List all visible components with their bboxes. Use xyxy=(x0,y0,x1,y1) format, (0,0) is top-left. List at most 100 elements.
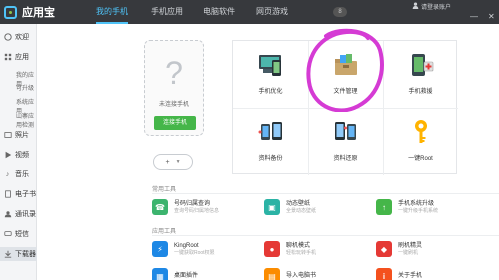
music-icon: ♪ xyxy=(5,170,10,178)
sidebar-item-music[interactable]: ♪ 音乐 xyxy=(0,167,37,181)
section-title-common-tools: 常用工具 xyxy=(152,187,177,193)
kingroot-icon: ⚡ xyxy=(152,241,168,257)
tool-item-desc: 全景动态壁纸 xyxy=(286,207,317,214)
app-logo: 应用宝 xyxy=(4,4,55,20)
sms-icon xyxy=(3,230,12,239)
tool-item-desc: 一键升级手机系统 xyxy=(398,207,439,214)
tool-label: 资料还原 xyxy=(333,156,358,162)
tab-phone-apps[interactable]: 手机应用 xyxy=(151,0,183,24)
book-icon xyxy=(3,190,12,199)
tool-label: 手机优化 xyxy=(258,89,283,95)
connect-phone-button[interactable]: 连接手机 xyxy=(154,116,196,130)
tool-label: 手机救援 xyxy=(408,89,433,95)
sidebar-item-label: 电子书 xyxy=(15,191,36,198)
tab-my-phone[interactable]: 我的手机 xyxy=(96,0,128,24)
tool-item-kingroot[interactable]: ⚡ KingRoot 一键获取Root权限 xyxy=(152,239,215,259)
tool-data-backup[interactable]: 资料备份 xyxy=(233,108,308,175)
app-title: 应用宝 xyxy=(22,7,55,19)
sidebar-item-label: 视频 xyxy=(15,152,29,159)
tool-item-chat-mode[interactable]: ● 聊机模式 轻松玩转手机 xyxy=(264,239,316,259)
sidebar-item-label: 通讯录 xyxy=(15,211,36,218)
tool-file-manager[interactable]: 文件管理 xyxy=(308,41,383,108)
tool-label: 资料备份 xyxy=(258,156,283,162)
key-icon xyxy=(407,118,435,146)
optimize-icon xyxy=(257,51,285,79)
user-icon xyxy=(412,2,419,11)
device-card: ? 未连接手机 连接手机 xyxy=(144,40,204,136)
tool-one-click-root[interactable]: 一键Root xyxy=(383,108,458,175)
tool-item-name: 刷机精灵 xyxy=(398,242,423,249)
tool-item-name: 号码归属查询 xyxy=(174,200,211,207)
tool-item-name: 聊机模式 xyxy=(286,242,311,249)
chat-mode-icon: ● xyxy=(264,241,280,257)
notification-badge[interactable]: 8 xyxy=(333,7,347,17)
sidebar-sub-upgradable[interactable]: 可升级 xyxy=(16,83,34,92)
tools-grid: 手机优化 文件管理 手机救援 资料备份 资料还原 一键Root xyxy=(232,40,458,175)
tool-item-desc: 查询号码归属地信息 xyxy=(174,207,220,214)
sidebar-item-label: 音乐 xyxy=(15,171,29,178)
sidebar-item-photos[interactable]: 照片 xyxy=(0,128,37,142)
widget-icon: ▦ xyxy=(152,268,168,280)
login-link[interactable]: 请登录账户 xyxy=(412,2,451,11)
apps-icon xyxy=(3,53,12,62)
tab-web-games[interactable]: 网页游戏 xyxy=(256,0,288,24)
tool-item-number-lookup[interactable]: ☎ 号码归属查询 查询号码归属地信息 xyxy=(152,197,219,217)
add-device-button[interactable]: + ▼ xyxy=(153,154,193,170)
tool-label: 文件管理 xyxy=(333,89,358,95)
tool-item-desktop-widget[interactable]: ▦ 桌面插件 xyxy=(152,266,198,280)
tool-item-about-phone[interactable]: i 关于手机 xyxy=(376,266,422,280)
sidebar-item-label: 短信 xyxy=(15,231,29,238)
tool-item-name: 桌面插件 xyxy=(174,273,199,279)
sidebar-item-downloader[interactable]: 下载器 xyxy=(0,247,37,261)
photo-icon xyxy=(3,131,12,140)
tool-data-restore[interactable]: 资料还原 xyxy=(308,108,383,175)
tool-label: 一键Root xyxy=(408,156,433,162)
sidebar-item-label: 照片 xyxy=(15,132,29,139)
sidebar-item-videos[interactable]: 视频 xyxy=(0,148,37,162)
tool-item-import-book[interactable]: ▤ 导入电脑书 xyxy=(264,266,316,280)
folder-icon xyxy=(332,51,360,79)
sidebar-item-sms[interactable]: 短信 xyxy=(0,227,37,241)
tool-item-desc: 一键获取Root权限 xyxy=(174,249,215,256)
backup-icon xyxy=(257,118,285,146)
upgrade-icon: ↑ xyxy=(376,199,392,215)
question-mark-icon: ? xyxy=(165,55,183,91)
tool-phone-optimize[interactable]: 手机优化 xyxy=(233,41,308,108)
sidebar: 欢迎 应用 我的应用 可升级 系统应用 山寨应用检测 照片 视频 ♪ 音乐 电子… xyxy=(0,24,37,280)
sidebar-item-contacts[interactable]: 通讯录 xyxy=(0,207,37,221)
sidebar-item-apps[interactable]: 应用 xyxy=(0,50,37,64)
minimize-button[interactable]: — xyxy=(470,12,478,21)
tool-item-system-upgrade[interactable]: ↑ 手机系统升级 一键升级手机系统 xyxy=(376,197,438,217)
login-label: 请登录账户 xyxy=(421,5,452,11)
import-icon: ▤ xyxy=(264,268,280,280)
divider xyxy=(152,193,499,194)
sidebar-item-welcome[interactable]: 欢迎 xyxy=(0,30,37,44)
sidebar-item-label: 下载器 xyxy=(15,251,36,258)
section-title-app-tools: 应用工具 xyxy=(152,229,177,235)
tool-item-desc: 轻松玩转手机 xyxy=(286,249,317,256)
video-icon xyxy=(3,151,12,160)
top-bar: 应用宝 我的手机 手机应用 电脑软件 网页游戏 8 请登录账户 — ✕ xyxy=(0,0,499,24)
tool-phone-rescue[interactable]: 手机救援 xyxy=(383,41,458,108)
add-icon: + xyxy=(165,158,170,166)
about-icon: i xyxy=(376,268,392,280)
wallpaper-icon: ▣ xyxy=(264,199,280,215)
tool-item-flash[interactable]: ◆ 刷机精灵 一键刷机 xyxy=(376,239,422,259)
download-icon xyxy=(3,250,12,259)
tool-item-live-wallpaper[interactable]: ▣ 动态壁纸 全景动态壁纸 xyxy=(264,197,316,217)
tool-item-name: 导入电脑书 xyxy=(286,273,317,279)
rescue-icon xyxy=(407,51,435,79)
tool-item-name: 动态壁纸 xyxy=(286,200,311,207)
flash-icon: ◆ xyxy=(376,241,392,257)
sidebar-sub-fake-app-check[interactable]: 山寨应用检测 xyxy=(16,111,36,129)
sidebar-item-label: 欢迎 xyxy=(15,34,29,41)
phone-icon: ☎ xyxy=(152,199,168,215)
divider xyxy=(152,235,499,236)
home-icon xyxy=(3,33,12,42)
sidebar-item-label: 应用 xyxy=(15,54,29,61)
sidebar-item-ebooks[interactable]: 电子书 xyxy=(0,187,37,201)
chevron-down-icon: ▼ xyxy=(175,159,181,165)
close-button[interactable]: ✕ xyxy=(488,12,495,21)
tab-pc-software[interactable]: 电脑软件 xyxy=(203,0,235,24)
tool-item-name: 关于手机 xyxy=(398,273,423,279)
